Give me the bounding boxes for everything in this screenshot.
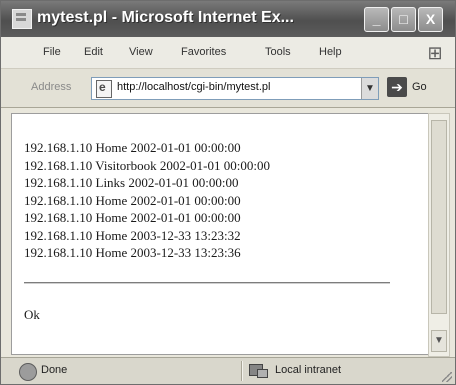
address-input[interactable]: http://localhost/cgi-bin/mytest.pl ▼	[91, 77, 379, 100]
window-title: mytest.pl - Microsoft Internet Ex...	[37, 9, 294, 26]
maximize-button[interactable]: □	[391, 7, 416, 32]
log-line: 192.168.1.10 Home 2002-01-01 00:00:00	[24, 140, 241, 155]
status-bar: Done Local intranet	[1, 357, 455, 384]
status-separator	[241, 361, 243, 381]
title-bar[interactable]: mytest.pl - Microsoft Internet Ex... _ □…	[1, 1, 455, 37]
menu-tools[interactable]: Tools	[265, 46, 291, 58]
go-button[interactable]: ➔ Go	[387, 77, 449, 99]
log-line: 192.168.1.10 Visitorbook 2002-01-01 00:0…	[24, 157, 270, 173]
resize-grip[interactable]	[442, 372, 452, 382]
log-output: 192.168.1.10 Home 2002-01-01 00:00:00 19…	[24, 139, 424, 262]
address-bar: Address http://localhost/cgi-bin/mytest.…	[1, 69, 455, 108]
page-content: 192.168.1.10 Home 2002-01-01 00:00:00 19…	[11, 113, 429, 355]
address-url[interactable]: http://localhost/cgi-bin/mytest.pl	[117, 81, 352, 93]
go-label: Go	[412, 81, 427, 93]
log-line: 192.168.1.10 Links 2002-01-01 00:00:00	[24, 175, 239, 190]
log-line: 192.168.1.10 Home 2002-01-01 00:00:00	[24, 210, 241, 225]
log-line: 192.168.1.10 Home 2003-12-33 13:23:32	[24, 227, 241, 243]
windows-logo-icon: ⊞	[427, 43, 443, 63]
menu-help[interactable]: Help	[319, 46, 342, 58]
menu-view[interactable]: View	[129, 46, 153, 58]
vertical-scrollbar[interactable]: ▼	[428, 113, 450, 357]
log-line: 192.168.1.10 Home 2002-01-01 00:00:00	[24, 192, 241, 208]
ok-message: Ok	[24, 307, 40, 322]
menu-bar: File Edit View Favorites Tools Help ⊞	[1, 37, 455, 69]
log-line: 192.168.1.10 Home 2003-12-33 13:23:36	[24, 245, 241, 260]
menu-edit[interactable]: Edit	[84, 46, 103, 58]
scroll-thumb[interactable]	[431, 120, 447, 314]
scroll-down-button[interactable]: ▼	[431, 330, 447, 352]
status-text: Done	[41, 364, 68, 376]
horizontal-rule	[24, 282, 390, 284]
address-dropdown-button[interactable]: ▼	[361, 78, 378, 99]
ie-page-icon	[12, 9, 32, 29]
menu-favorites[interactable]: Favorites	[181, 46, 226, 58]
browser-window: mytest.pl - Microsoft Internet Ex... _ □…	[0, 0, 456, 385]
close-button[interactable]: X	[418, 7, 443, 32]
local-intranet-icon	[249, 362, 269, 378]
page-icon	[96, 80, 112, 98]
address-label: Address	[31, 81, 72, 93]
menu-file[interactable]: File	[43, 46, 61, 58]
zone-text: Local intranet	[275, 364, 342, 376]
page-done-icon	[19, 363, 37, 381]
go-arrow-icon: ➔	[387, 77, 407, 97]
minimize-button[interactable]: _	[364, 7, 389, 32]
